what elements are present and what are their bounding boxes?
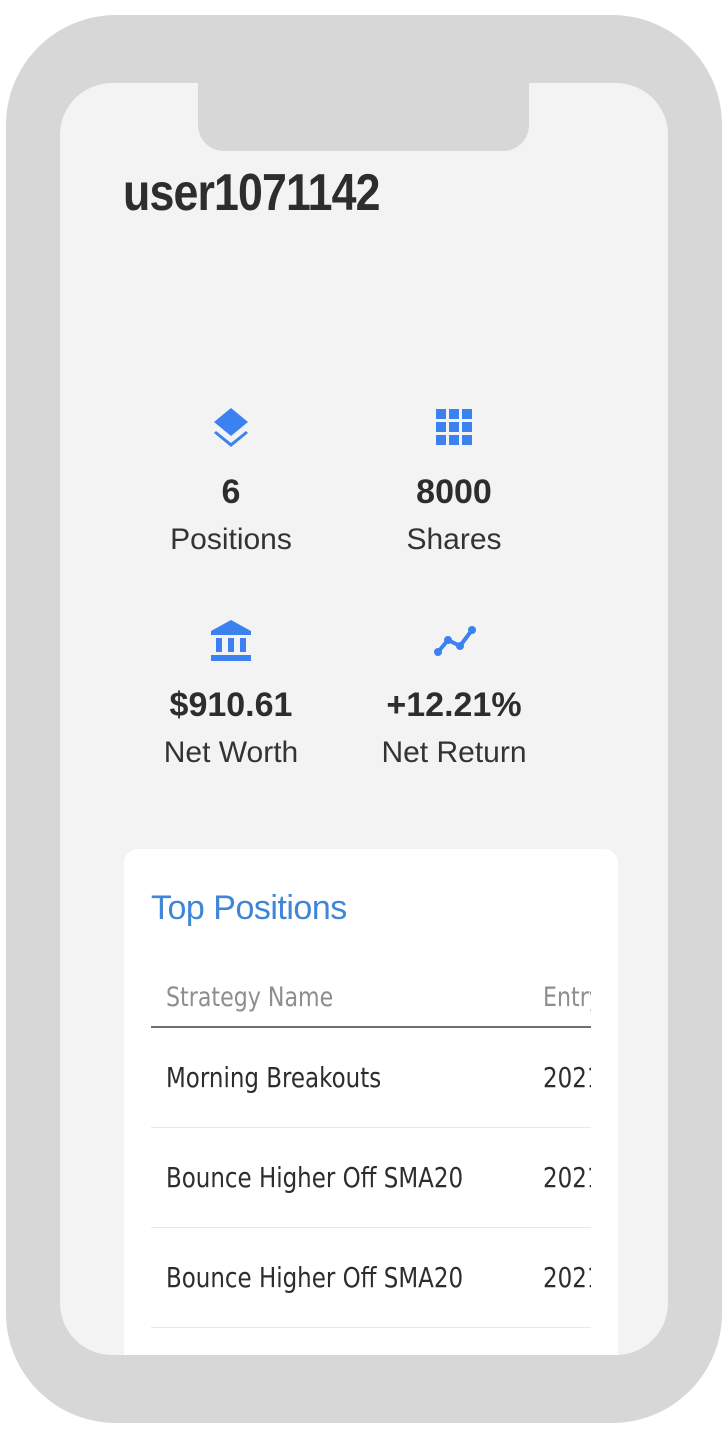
stat-net-worth: $910.61 Net Worth — [131, 618, 331, 770]
card-title: Top Positions — [151, 889, 347, 927]
stat-value: 6 — [221, 473, 241, 511]
username-title: user1071142 — [123, 164, 381, 222]
column-header-entry-date[interactable]: Entry Dat — [528, 969, 591, 1028]
trending-up-icon — [434, 626, 476, 656]
grid-icon — [436, 409, 472, 445]
stat-label: Positions — [170, 523, 292, 556]
stat-positions: 6 Positions — [131, 405, 331, 557]
stat-value: $910.61 — [169, 686, 293, 724]
table-row[interactable]: Bounce Higher Off SMA20 2021-03-1 — [151, 1227, 591, 1328]
layers-icon — [214, 408, 248, 447]
cell-entry-date: 2021-03-1 — [528, 1227, 591, 1328]
column-header-strategy-name[interactable]: Strategy Name — [151, 969, 529, 1028]
stat-value: +12.21% — [386, 686, 522, 724]
positions-table: Strategy Name Entry Dat Morning Breakout… — [151, 969, 591, 1328]
top-positions-card: Top Positions Strategy Name Entry Dat Mo… — [124, 849, 618, 1355]
stat-shares: 8000 Shares — [354, 405, 554, 557]
app-screen: user1071142 6 Positions 8000 Shares $910… — [60, 83, 668, 1355]
bank-icon — [211, 620, 251, 661]
stat-net-return: +12.21% Net Return — [354, 618, 554, 770]
positions-table-scroll[interactable]: Strategy Name Entry Dat Morning Breakout… — [151, 969, 591, 1355]
cell-entry-date: 2021-03-1 — [528, 1127, 591, 1228]
phone-notch — [198, 83, 529, 151]
stat-label: Shares — [406, 523, 502, 556]
stat-value: 8000 — [416, 473, 492, 511]
table-row[interactable]: Bounce Higher Off SMA20 2021-03-1 — [151, 1127, 591, 1228]
cell-strategy-name: Bounce Higher Off SMA20 — [151, 1227, 529, 1328]
table-row[interactable]: Morning Breakouts 2021-03-1 — [151, 1027, 591, 1128]
stat-label: Net Return — [381, 736, 527, 769]
cell-strategy-name: Morning Breakouts — [151, 1027, 529, 1128]
table-header-row: Strategy Name Entry Dat — [151, 969, 591, 1028]
stat-label: Net Worth — [163, 736, 299, 769]
cell-entry-date: 2021-03-1 — [528, 1027, 591, 1128]
cell-strategy-name: Bounce Higher Off SMA20 — [151, 1127, 529, 1228]
